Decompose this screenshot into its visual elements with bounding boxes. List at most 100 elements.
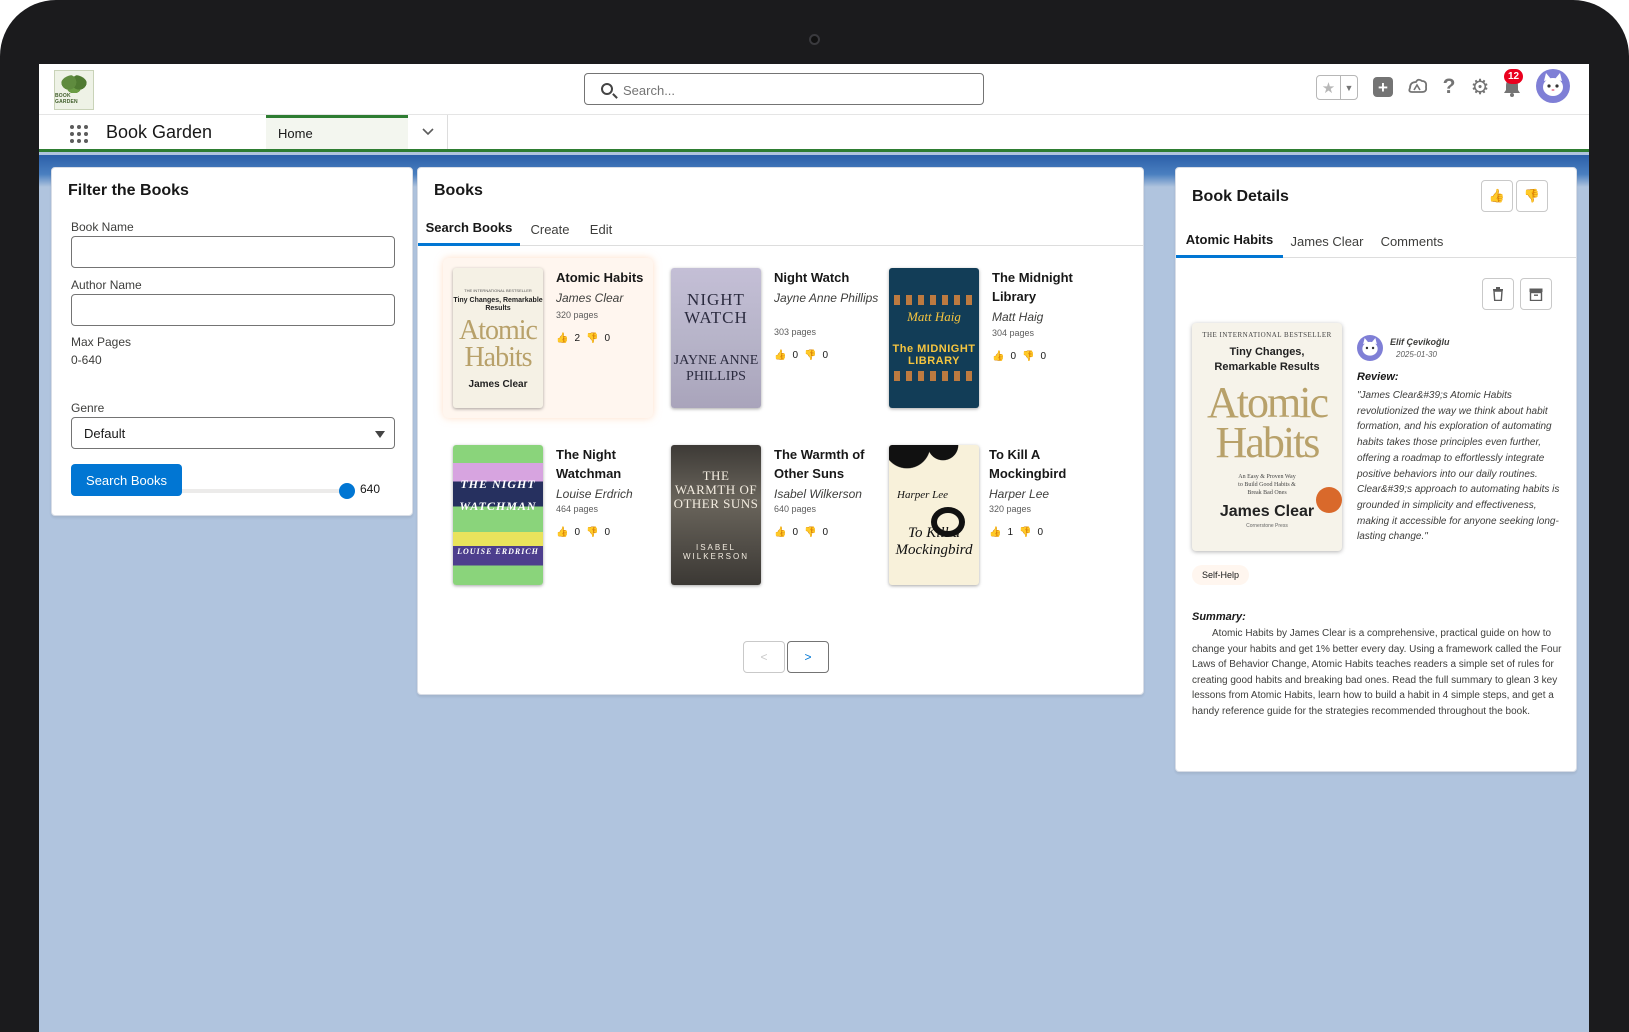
cover-author: James Clear [468, 379, 528, 390]
book-details-card: Book Details 👍 👎 Atomic Habits James Cle… [1175, 167, 1577, 772]
likes-count: 0 [792, 527, 799, 538]
logo-text: BOOK GARDEN [55, 93, 78, 105]
book-card-night-watch[interactable]: NIGHT WATCH JAYNE ANNE PHILLIPS Night Wa… [661, 258, 878, 418]
book-card-midnight-library[interactable]: Matt Haig The MIDNIGHT LIBRARY The Midni… [879, 258, 1089, 418]
global-search[interactable] [584, 73, 984, 105]
book-garden-logo[interactable]: BOOK GARDEN [54, 70, 94, 110]
book-title: The Midnight Library [992, 270, 1073, 304]
tab-author[interactable]: James Clear [1285, 224, 1369, 258]
summary-heading: Summary: [1192, 611, 1246, 623]
details-title: Book Details [1192, 188, 1289, 205]
cover-title: THE NIGHT WATCHMAN [459, 477, 537, 513]
tab-edit[interactable]: Edit [580, 212, 622, 246]
tab-book[interactable]: Atomic Habits [1176, 224, 1283, 258]
user-avatar[interactable] [1536, 69, 1570, 103]
caret-down-icon [375, 431, 385, 438]
book-votes: 👍 0 👎 0 [992, 351, 1046, 362]
device-frame: BOOK GARDEN ★ ▼ + ? ⚙ 12 [0, 0, 1629, 1032]
app-name: Book Garden [106, 122, 213, 142]
thumbs-up-icon: 👍 [556, 333, 569, 344]
global-search-input[interactable] [623, 80, 963, 100]
cover-tagline: THE INTERNATIONAL BESTSELLER [1202, 331, 1332, 339]
pager-prev-button[interactable]: < [743, 641, 785, 673]
cover-title: Atomic Habits [459, 315, 538, 373]
author-name-input[interactable] [71, 294, 395, 326]
cover-author: ISABEL WILKERSON [682, 543, 749, 561]
book-title: To Kill A Mockingbird [989, 447, 1067, 481]
book-author: Louise Erdrich [556, 487, 633, 501]
thumbs-up-icon: 👍 [774, 350, 787, 361]
likes-count: 1 [1007, 527, 1014, 538]
app-nav-bar: Book Garden Home [39, 115, 1589, 152]
like-button[interactable]: 👍 [1481, 180, 1513, 212]
book-pages: 303 pages [774, 327, 817, 337]
dislikes-count: 0 [604, 527, 611, 538]
books-tabs: Search Books Create Edit [418, 212, 1143, 246]
archive-button[interactable] [1520, 278, 1552, 310]
book-cover: NIGHT WATCH JAYNE ANNE PHILLIPS [671, 268, 761, 408]
cover-author: Harper Lee [897, 489, 949, 501]
book-name-input[interactable] [71, 236, 395, 268]
book-title: The Warmth of Other Suns [774, 447, 865, 481]
camera-dot [809, 34, 820, 45]
book-pages: 320 pages [989, 504, 1032, 514]
book-card-night-watchman[interactable]: THE NIGHT WATCHMAN LOUISE ERDRICH The Ni… [443, 435, 653, 595]
book-votes: 👍 2 👎 0 [556, 333, 610, 344]
genre-select[interactable]: Default [71, 417, 395, 449]
book-votes: 👍 0 👎 0 [556, 527, 610, 538]
trailhead-icon[interactable] [1404, 74, 1430, 100]
tab-create[interactable]: Create [522, 212, 578, 246]
summary-text: Atomic Habits by James Clear is a compre… [1192, 628, 1562, 717]
book-title: The Night Watchman [556, 447, 622, 481]
book-votes: 👍 0 👎 0 [774, 527, 828, 538]
nav-tab-home[interactable]: Home [266, 115, 408, 149]
app-screen: BOOK GARDEN ★ ▼ + ? ⚙ 12 [39, 64, 1589, 1032]
book-pages: 640 pages [774, 504, 817, 514]
dislikes-count: 0 [822, 350, 829, 361]
search-books-button[interactable]: Search Books [71, 464, 182, 496]
nav-more-chevron-icon[interactable] [408, 115, 448, 149]
book-author: Isabel Wilkerson [774, 487, 862, 501]
tab-search-books[interactable]: Search Books [418, 212, 520, 246]
book-card-to-kill-a-mockingbird[interactable]: Harper Lee To Kill a Mockingbird To Kill… [879, 435, 1089, 595]
book-card-warmth-of-other-suns[interactable]: THE WARMTH OF OTHER SUNS ISABEL WILKERSO… [661, 435, 871, 595]
reviewer-avatar [1357, 335, 1383, 361]
books-card: Books Search Books Create Edit THE INTER… [417, 167, 1144, 695]
trash-icon [1493, 287, 1503, 301]
delete-button[interactable] [1482, 278, 1514, 310]
plus-icon: + [1373, 77, 1393, 97]
book-cover: THE NIGHT WATCHMAN LOUISE ERDRICH [453, 445, 543, 585]
gear-icon[interactable]: ⚙ [1468, 74, 1492, 100]
pager-next-button[interactable]: > [787, 641, 829, 673]
tree-icon [61, 75, 87, 93]
cover-subtitle: Tiny Changes, Remarkable Results [453, 297, 543, 312]
cover-title: THE WARMTH OF OTHER SUNS [673, 468, 759, 511]
app-launcher-icon[interactable] [68, 123, 90, 145]
genre-badge: Self-Help [1192, 565, 1250, 585]
thumbs-down-icon: 👎 [804, 527, 817, 538]
review-date: 2025-01-30 [1396, 350, 1437, 359]
slider-thumb[interactable] [339, 483, 355, 499]
nav-tab-label: Home [278, 126, 313, 141]
help-icon[interactable]: ? [1438, 74, 1460, 100]
global-actions-button[interactable]: + [1372, 74, 1394, 100]
max-pages-value: 640 [360, 482, 381, 496]
likes-count: 2 [574, 333, 581, 344]
book-author: James Clear [556, 291, 624, 305]
cat-avatar-icon [1543, 73, 1563, 96]
max-pages-label: Max Pages [71, 335, 132, 349]
book-cover: Matt Haig The MIDNIGHT LIBRARY [889, 268, 979, 408]
book-cover: THE WARMTH OF OTHER SUNS ISABEL WILKERSO… [671, 445, 761, 585]
chevron-down-icon[interactable]: ▼ [1341, 76, 1357, 99]
dislike-button[interactable]: 👎 [1516, 180, 1548, 212]
notification-count-badge: 12 [1504, 69, 1524, 84]
star-icon[interactable]: ★ [1317, 76, 1341, 99]
cover-title: NIGHT WATCH [684, 290, 748, 327]
cover-author: LOUISE ERDRICH [457, 547, 539, 556]
tab-comments[interactable]: Comments [1371, 224, 1453, 258]
cover-tagline: THE INTERNATIONAL BESTSELLER [464, 288, 532, 293]
book-card-atomic-habits[interactable]: THE INTERNATIONAL BESTSELLER Tiny Change… [443, 258, 653, 418]
book-votes: 👍 0 👎 0 [774, 350, 828, 361]
book-pages: 464 pages [556, 504, 599, 514]
genre-selected-value: Default [84, 425, 126, 441]
